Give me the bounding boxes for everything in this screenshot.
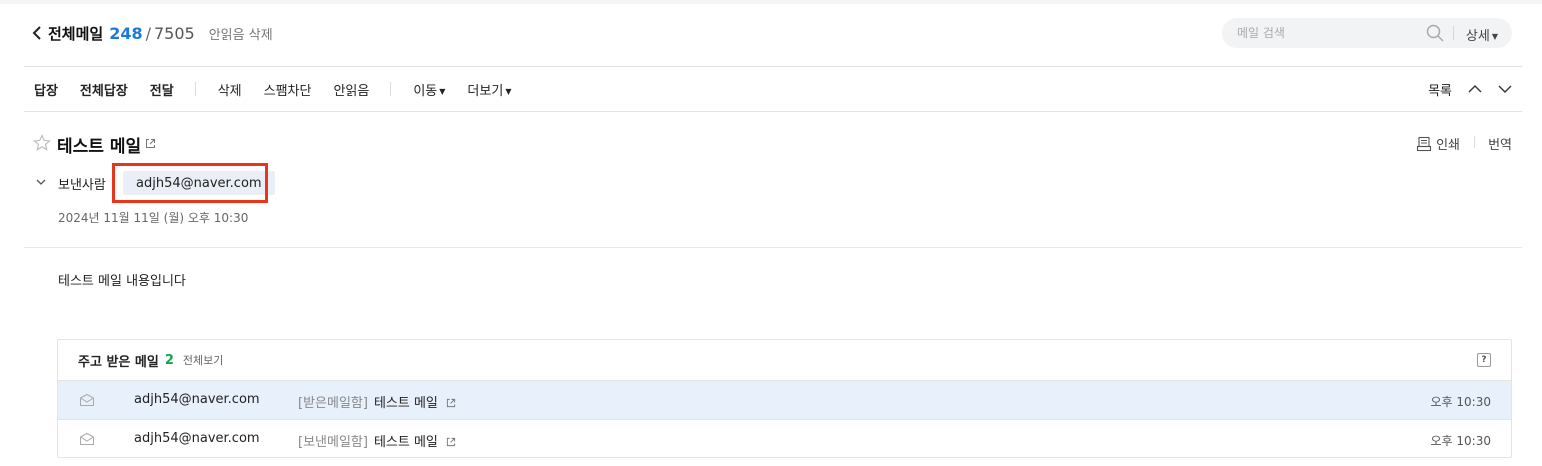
mail-subject: 테스트 메일 (57, 137, 142, 157)
view-all-link[interactable]: 전체보기 (183, 352, 223, 368)
reply-button[interactable]: 답장 (34, 80, 58, 99)
caret-down-icon: ▼ (505, 86, 512, 96)
block-spam-button[interactable]: 스팸차단 (264, 80, 312, 99)
toolbar-separator (390, 82, 392, 96)
delete-unread-button[interactable]: 안읽음 삭제 (209, 24, 273, 43)
mail-header: 전체메일 248 / 7505 안읽음 삭제 상세▼ (24, 18, 1514, 48)
detail-search-label: 상세 (1465, 29, 1490, 44)
chevron-down-icon[interactable] (35, 176, 47, 188)
popout-icon[interactable] (446, 436, 456, 447)
row-subject[interactable]: 테스트 메일 (374, 396, 438, 411)
row-sender: adjh54@naver.com (134, 431, 260, 446)
help-icon[interactable]: ? (1477, 353, 1491, 367)
caret-down-icon: ▼ (439, 86, 446, 96)
more-button[interactable]: 더보기 ▼ (467, 80, 511, 99)
forward-button[interactable]: 전달 (150, 80, 174, 99)
popout-icon[interactable] (446, 397, 456, 408)
divider (24, 66, 1522, 67)
list-button[interactable]: 목록 (1428, 80, 1452, 99)
row-folder-label: [받은메일함] (298, 396, 368, 411)
delete-button[interactable]: 삭제 (218, 80, 242, 99)
top-strip (0, 0, 1542, 4)
chevron-down-icon[interactable] (1498, 82, 1512, 96)
mark-unread-button[interactable]: 안읽음 (333, 80, 369, 99)
conversation-row[interactable]: adjh54@naver.com [보낸메일함] 테스트 메일 오후 10:30 (58, 419, 1511, 457)
conversation-count: 2 (164, 352, 174, 368)
print-label: 인쇄 (1436, 138, 1460, 153)
more-label: 더보기 (467, 83, 504, 99)
detail-search-button[interactable]: 상세 ▼ (1466, 25, 1498, 44)
row-time: 오후 10:30 (1430, 434, 1491, 448)
divider (24, 111, 1522, 112)
count-separator: / (145, 23, 151, 43)
conversation-row[interactable]: adjh54@naver.com [받은메일함] 테스트 메일 오후 10:30 (58, 380, 1511, 419)
toolbar-nav: 목록 (1428, 79, 1512, 99)
row-subject[interactable]: 테스트 메일 (374, 435, 438, 450)
unread-count[interactable]: 248 (109, 24, 142, 43)
row-sender: adjh54@naver.com (134, 392, 260, 407)
row-folder-label: [보낸메일함] (298, 435, 368, 450)
star-icon[interactable] (33, 134, 51, 152)
chevron-up-icon[interactable] (1468, 82, 1482, 96)
search-box: 상세▼ (1222, 18, 1512, 48)
envelope-icon (79, 393, 95, 407)
folder-title[interactable]: 전체메일 (48, 23, 103, 44)
translate-button[interactable]: 번역 (1488, 134, 1512, 153)
row-time: 오후 10:30 (1430, 395, 1491, 409)
sender-label: 보낸사람 (58, 178, 106, 193)
back-icon[interactable] (32, 25, 44, 41)
row-folder: [보낸메일함] 테스트 메일 (298, 431, 456, 450)
popout-icon[interactable] (145, 138, 156, 149)
conversation-title: 주고 받은 메일 (78, 354, 159, 370)
print-button[interactable]: 인쇄 (1416, 134, 1460, 153)
search-icon[interactable] (1426, 24, 1444, 42)
caret-down-icon: ▼ (1491, 32, 1498, 41)
search-input[interactable] (1237, 26, 1427, 40)
action-separator (1474, 136, 1475, 148)
total-count: 7505 (154, 23, 195, 43)
mail-date: 2024년 11월 11일 (월) 오후 10:30 (58, 211, 249, 225)
conversation-panel: 주고 받은 메일 2 전체보기 ? adjh54@naver.com [받은메일… (57, 339, 1512, 458)
mail-body: 테스트 메일 내용입니다 (58, 274, 186, 289)
toolbar-separator (194, 82, 196, 96)
move-button[interactable]: 이동 ▼ (413, 80, 445, 99)
mail-toolbar: 답장 전체답장 전달 삭제 스팸차단 안읽음 이동 ▼ 더보기 ▼ (34, 79, 511, 99)
conversation-header: 주고 받은 메일 2 전체보기 ? (58, 340, 1511, 380)
reply-all-button[interactable]: 전체답장 (80, 80, 128, 99)
envelope-icon (79, 432, 95, 446)
divider (24, 247, 1522, 248)
row-folder: [받은메일함] 테스트 메일 (298, 392, 456, 411)
highlight-box (112, 163, 268, 203)
search-divider (1453, 26, 1454, 40)
move-label: 이동 (413, 83, 438, 99)
print-icon (1416, 136, 1432, 152)
